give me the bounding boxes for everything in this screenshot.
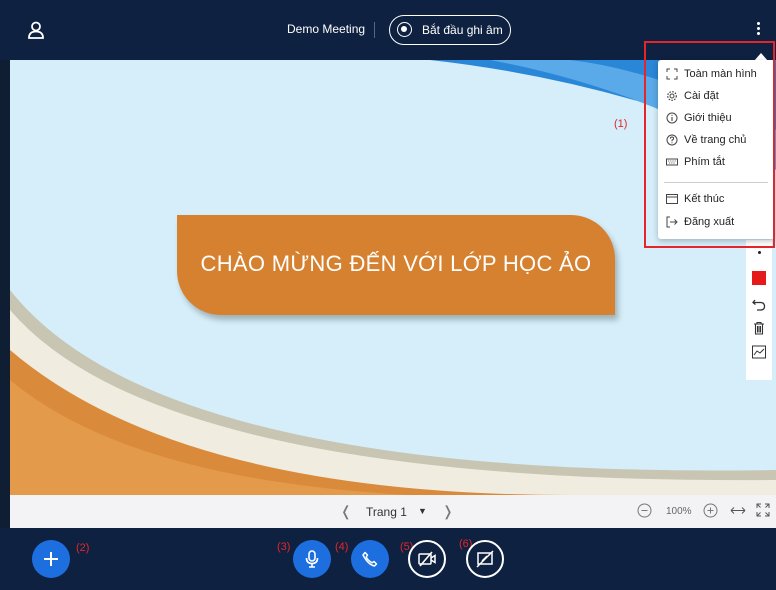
title-divider [374, 22, 375, 38]
trash-icon [754, 321, 764, 335]
microphone-button[interactable] [293, 540, 331, 578]
pen-size-icon [757, 250, 761, 254]
zoom-in-icon[interactable] [703, 503, 718, 523]
start-recording-button[interactable]: Bắt đầu ghi âm [389, 15, 511, 45]
welcome-banner: CHÀO MỪNG ĐẾN VỚI LỚP HỌC ẢO [177, 215, 615, 315]
fullscreen-icon[interactable] [756, 503, 770, 522]
zoom-out-icon[interactable] [637, 503, 652, 523]
meeting-title: Demo Meeting [287, 22, 366, 36]
annotation-2: (2) [76, 542, 90, 554]
color-picker-button[interactable] [746, 266, 772, 290]
phone-icon [362, 551, 378, 567]
record-label: Bắt đầu ghi âm [422, 23, 503, 37]
kebab-menu-icon[interactable] [750, 20, 766, 42]
undo-button[interactable] [746, 292, 772, 316]
user-icon[interactable] [26, 20, 46, 40]
bottom-control-bar: (2) (3) (4) (5) (6) [0, 528, 776, 590]
annotation-3: (3) [277, 541, 291, 553]
microphone-icon [305, 550, 319, 568]
next-page-button[interactable]: ❭ [442, 503, 454, 520]
annotation-highlight-box [644, 41, 775, 248]
camera-button[interactable] [408, 540, 446, 578]
previous-page-button[interactable]: ❬ [340, 503, 352, 520]
color-swatch-icon [752, 271, 766, 285]
video-off-icon [418, 551, 436, 567]
zoom-level: 100% [666, 506, 692, 517]
page-navigation-bar: ❬ Trang 1 ▼ ❭ 100% [10, 495, 776, 528]
caret-down-icon[interactable]: ▼ [418, 506, 427, 516]
screen-share-off-icon [476, 550, 494, 568]
annotation-4: (4) [335, 541, 349, 553]
banner-text: CHÀO MỪNG ĐẾN VỚI LỚP HỌC ẢO [200, 251, 592, 276]
annotation-1: (1) [614, 118, 628, 130]
undo-icon [752, 299, 766, 311]
fit-width-icon[interactable] [730, 503, 746, 523]
screen-share-button[interactable] [466, 540, 504, 578]
record-icon [397, 22, 412, 37]
multi-user-button[interactable] [746, 340, 772, 364]
actions-button[interactable] [32, 540, 70, 578]
chart-icon [752, 345, 766, 359]
clear-button[interactable] [746, 316, 772, 340]
page-selector[interactable]: Trang 1 [366, 505, 407, 519]
phone-button[interactable] [351, 540, 389, 578]
plus-icon [44, 552, 58, 566]
whiteboard-toolbar [746, 240, 772, 380]
